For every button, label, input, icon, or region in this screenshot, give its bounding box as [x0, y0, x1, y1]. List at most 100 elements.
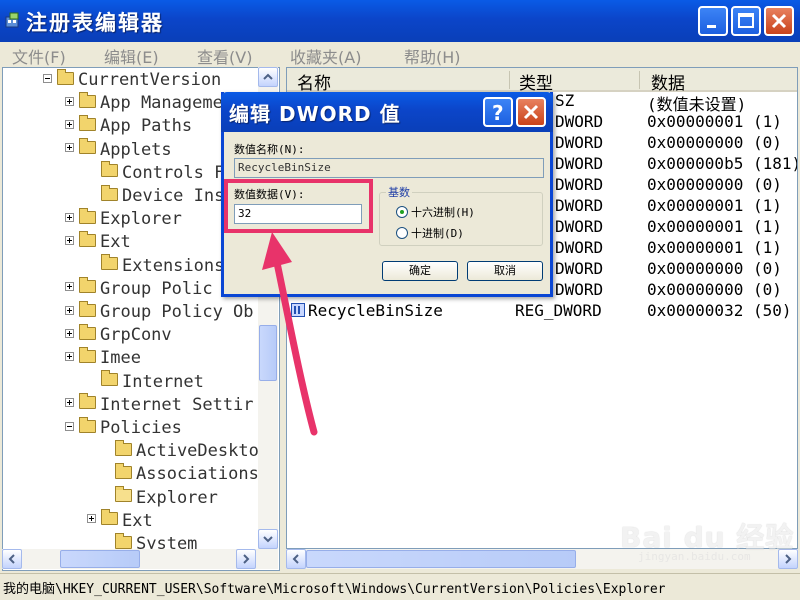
tree-scroll-right-button[interactable]: [236, 549, 256, 569]
tree-item-label: Ext: [122, 510, 153, 531]
window-title: 注册表编辑器: [26, 11, 164, 35]
tree-item[interactable]: Ext: [65, 230, 131, 255]
base-groupbox: 基数 十六进制(H) 十进制(D): [379, 184, 543, 246]
tree-item[interactable]: Policies: [65, 416, 182, 441]
tree-item[interactable]: Extensions: [87, 254, 224, 279]
expand-icon[interactable]: [65, 212, 74, 222]
tree-item-label: Explorer: [100, 209, 182, 230]
expand-icon[interactable]: [65, 143, 74, 153]
expand-icon[interactable]: [65, 96, 74, 106]
folder-icon: [79, 323, 96, 340]
value-row[interactable]: RecycleBinSize REG_DWORD 0x00000032 (50): [287, 300, 797, 321]
menu-edit[interactable]: 编辑(E): [104, 44, 159, 68]
radio-dec-label: 十进制(D): [411, 227, 464, 240]
value-type-cell: DWORD: [555, 217, 604, 236]
expand-icon[interactable]: [65, 282, 74, 292]
tree-item[interactable]: App Paths: [65, 114, 192, 139]
menu-help[interactable]: 帮助(H): [404, 44, 461, 68]
base-group-title: 基数: [386, 184, 412, 200]
column-divider[interactable]: [509, 71, 510, 89]
tree-item[interactable]: Group Policy Ob: [65, 300, 254, 325]
registry-editor-window: 注册表编辑器 文件(F) 编辑(E) 查看(V) 收藏夹(A) 帮助(H) Cu…: [0, 0, 800, 600]
tree-item[interactable]: Explorer: [65, 207, 182, 232]
menu-bar: 文件(F) 编辑(E) 查看(V) 收藏夹(A) 帮助(H): [0, 42, 800, 68]
scroll-down-button[interactable]: [258, 529, 278, 549]
tree-item[interactable]: Imee: [65, 346, 141, 371]
value-data-cell: 0x00000032 (50): [647, 301, 792, 320]
expand-icon[interactable]: [65, 328, 74, 338]
tree-item[interactable]: Group Polic: [65, 277, 213, 302]
title-bar[interactable]: 注册表编辑器: [0, 0, 800, 42]
expand-icon[interactable]: [65, 351, 74, 361]
tree-scroll-left-button[interactable]: [2, 549, 22, 569]
value-data-cell: 0x00000000 (0): [647, 175, 782, 194]
tree-item-label: Imee: [100, 348, 141, 369]
tree-item[interactable]: Internet Settir: [65, 393, 254, 418]
value-type-cell: DWORD: [555, 133, 604, 152]
value-data-cell: 0x00000001 (1): [647, 217, 782, 236]
tree-item[interactable]: Ext: [87, 509, 153, 534]
folder-icon: [115, 532, 132, 549]
chevron-up-icon: [263, 73, 273, 80]
chevron-down-icon: [263, 536, 273, 543]
folder-icon: [79, 346, 96, 363]
dialog-help-button[interactable]: ?: [483, 97, 513, 127]
tree-item[interactable]: ActiveDesktop: [101, 439, 269, 464]
tree-hscroll-thumb[interactable]: [60, 550, 140, 568]
collapse-icon[interactable]: [65, 421, 74, 431]
chevron-right-icon: [243, 554, 250, 564]
radio-hexadecimal[interactable]: 十六进制(H): [396, 204, 475, 220]
tree-item-label: Explorer: [136, 487, 218, 508]
expand-icon[interactable]: [65, 235, 74, 245]
status-path: 我的电脑\HKEY_CURRENT_USER\Software\Microsof…: [3, 582, 666, 597]
ok-button[interactable]: 确定: [382, 261, 458, 281]
scroll-up-button[interactable]: [258, 67, 278, 87]
dialog-close-button[interactable]: [516, 97, 546, 127]
folder-icon: [101, 370, 118, 387]
folder-icon: [79, 393, 96, 410]
tree-item[interactable]: GrpConv: [65, 323, 172, 348]
collapse-icon[interactable]: [43, 73, 52, 83]
value-type-cell: DWORD: [555, 112, 604, 131]
tree-item[interactable]: CurrentVersion: [43, 68, 221, 93]
tree-horizontal-scrollbar[interactable]: [2, 549, 278, 569]
chevron-left-icon: [292, 554, 299, 564]
tree-item[interactable]: Explorer: [101, 486, 218, 511]
list-hscroll-thumb[interactable]: [306, 550, 576, 568]
dialog-title-bar[interactable]: 编辑 DWORD 值 ?: [221, 92, 553, 132]
dialog-title: 编辑 DWORD 值: [229, 102, 401, 126]
maximize-icon: [738, 13, 754, 28]
chevron-left-icon: [8, 554, 15, 564]
folder-icon: [101, 509, 118, 526]
expand-icon[interactable]: [65, 398, 74, 408]
close-button[interactable]: [764, 6, 794, 36]
value-type-cell: SZ: [555, 91, 575, 110]
value-type-cell: DWORD: [555, 154, 604, 173]
tree-item[interactable]: Applets: [65, 138, 172, 163]
expand-icon[interactable]: [65, 119, 74, 129]
column-divider[interactable]: [639, 71, 640, 89]
tree-item[interactable]: Internet: [87, 370, 204, 395]
value-data-cell: 0x000000b5 (181): [647, 154, 798, 173]
menu-favorites[interactable]: 收藏夹(A): [290, 44, 361, 68]
cancel-button[interactable]: 取消: [467, 261, 543, 281]
value-data-input[interactable]: 32: [234, 204, 362, 224]
tree-item[interactable]: App Manageme: [65, 91, 223, 116]
minimize-button[interactable]: [698, 6, 728, 36]
value-data-cell: 0x00000001 (1): [647, 196, 782, 215]
tree-item[interactable]: Associations: [101, 462, 259, 487]
close-icon: [523, 104, 539, 120]
tree-item[interactable]: Controls Fo: [87, 161, 235, 186]
radio-decimal[interactable]: 十进制(D): [396, 225, 464, 241]
maximize-button[interactable]: [731, 6, 761, 36]
baidu-watermark: Bai du 经验 jingyan.baidu.com: [610, 516, 793, 566]
close-icon: [771, 13, 787, 29]
expand-icon[interactable]: [65, 305, 74, 315]
tree-scroll-thumb[interactable]: [259, 325, 277, 381]
menu-file[interactable]: 文件(F): [12, 44, 66, 68]
list-scroll-left-button[interactable]: [286, 549, 306, 569]
menu-view[interactable]: 查看(V): [197, 44, 252, 68]
folder-icon: [79, 416, 96, 433]
expand-icon[interactable]: [87, 514, 96, 524]
tree-item-label: Controls Fo: [122, 162, 235, 183]
